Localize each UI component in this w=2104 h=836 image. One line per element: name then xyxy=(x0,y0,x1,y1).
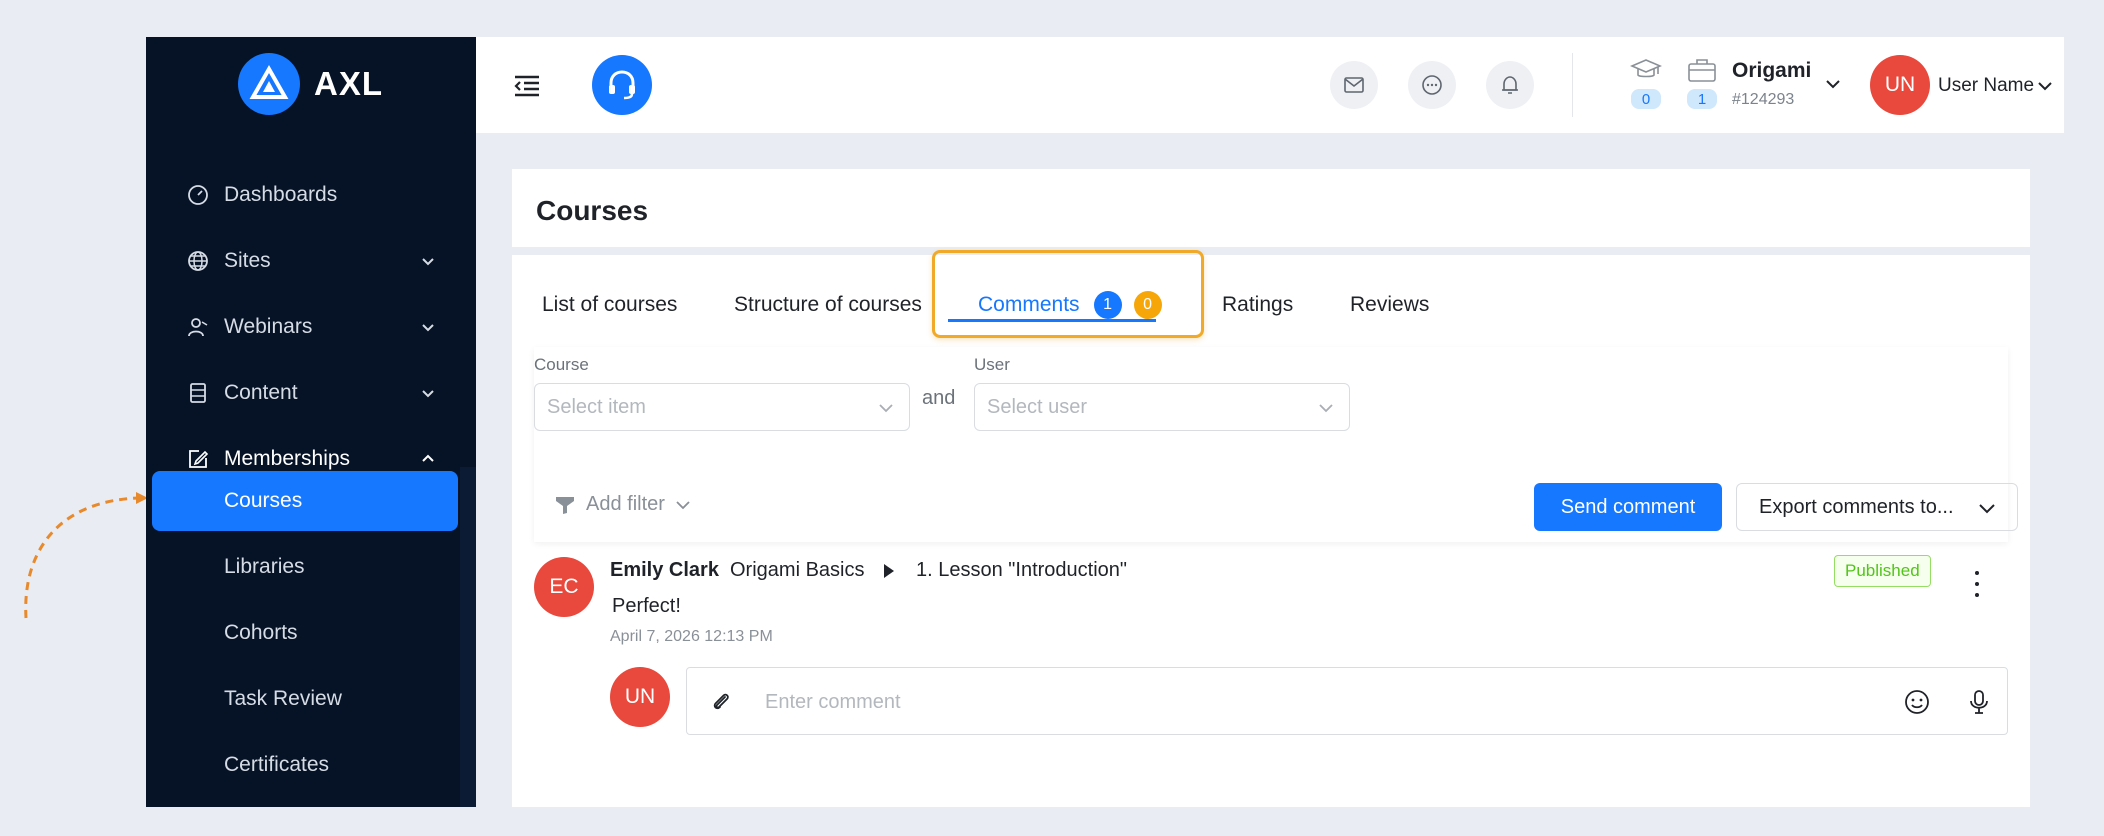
caret-right-icon xyxy=(884,564,894,578)
comments-card: List of courses Structure of courses Com… xyxy=(512,250,2030,807)
chevron-down-icon[interactable] xyxy=(2036,77,2054,95)
content-icon xyxy=(186,381,210,405)
more-actions-icon[interactable] xyxy=(1972,571,1982,597)
courses-stat[interactable]: 0 xyxy=(1626,57,1666,109)
sidebar-subitem-cohorts[interactable]: Cohorts xyxy=(152,603,458,663)
chevron-up-icon xyxy=(422,454,434,462)
sidebar-subitem-label: Task Review xyxy=(224,687,342,710)
webinar-icon xyxy=(186,315,210,339)
export-label: Export comments to... xyxy=(1759,495,1954,518)
comment-text: Perfect! xyxy=(612,595,681,617)
organization-switcher[interactable]: Origami #124293 xyxy=(1732,59,1811,109)
reply-box xyxy=(686,667,2008,735)
emoji-icon[interactable] xyxy=(1903,688,1931,716)
sidebar-subitem-courses[interactable]: Courses xyxy=(152,471,458,531)
sidebar: AXL Dashboards Sites Webinars Content Me… xyxy=(146,37,476,807)
org-id: #124293 xyxy=(1732,91,1795,108)
chevron-down-icon[interactable] xyxy=(1824,75,1842,93)
chevron-down-icon xyxy=(1319,404,1333,413)
status-badge: Published xyxy=(1834,555,1931,587)
page-title: Courses xyxy=(536,195,649,226)
sidebar-item-webinars[interactable]: Webinars xyxy=(146,299,460,355)
sidebar-item-content[interactable]: Content xyxy=(146,365,460,421)
chat-button[interactable] xyxy=(1408,61,1456,109)
chevron-down-icon xyxy=(676,500,690,509)
comment-course[interactable]: Origami Basics xyxy=(730,559,864,582)
sidebar-subitem-label: Courses xyxy=(224,489,303,512)
and-connector: and xyxy=(922,387,956,409)
edit-icon xyxy=(186,447,210,471)
annotation-arrow xyxy=(24,492,148,619)
briefcase-icon xyxy=(1688,59,1716,82)
comment-input[interactable] xyxy=(765,682,1865,722)
mail-button[interactable] xyxy=(1330,61,1378,109)
send-comment-button[interactable]: Send comment xyxy=(1534,483,1722,531)
comment-lesson[interactable]: 1. Lesson "Introduction" xyxy=(916,559,1127,582)
sidebar-item-dashboards[interactable]: Dashboards xyxy=(146,167,460,223)
sidebar-scrollbar[interactable] xyxy=(460,467,476,807)
sidebar-item-label: Webinars xyxy=(224,315,313,338)
headset-icon xyxy=(609,70,635,100)
microphone-icon[interactable] xyxy=(1965,688,1993,716)
chevron-down-icon xyxy=(422,324,434,332)
reply-avatar: UN xyxy=(610,667,670,727)
user-avatar[interactable]: UN xyxy=(1870,55,1930,115)
export-comments-dropdown[interactable]: Export comments to... xyxy=(1736,483,2018,531)
sidebar-item-sites[interactable]: Sites xyxy=(146,233,460,289)
tab-list-of-courses[interactable]: List of courses xyxy=(542,279,677,331)
sidebar-subitem-label: Cohorts xyxy=(224,621,298,644)
user-select[interactable]: Select user xyxy=(974,383,1350,431)
globe-icon xyxy=(186,249,210,273)
top-header: 0 1 Origami #124293 UN User Name xyxy=(476,37,2064,133)
page-header: Courses xyxy=(512,169,2030,247)
tab-structure-of-courses[interactable]: Structure of courses xyxy=(734,279,922,331)
commenter-avatar[interactable]: EC xyxy=(534,557,594,617)
packages-stat[interactable]: 1 xyxy=(1682,57,1722,109)
chevron-down-icon xyxy=(879,404,893,413)
tab-ratings[interactable]: Ratings xyxy=(1222,279,1293,331)
packages-count-badge: 1 xyxy=(1687,89,1717,109)
paperclip-icon[interactable] xyxy=(709,690,733,714)
add-filter-button[interactable]: Add filter xyxy=(554,493,691,516)
sidebar-item-label: Content xyxy=(224,381,298,404)
dashboard-icon xyxy=(186,183,210,207)
org-name: Origami xyxy=(1732,59,1812,82)
add-filter-label: Add filter xyxy=(586,493,665,515)
comment-date: April 7, 2026 12:13 PM xyxy=(610,628,773,645)
sidebar-subitem-libraries[interactable]: Libraries xyxy=(152,537,458,597)
chevron-down-icon xyxy=(422,390,434,398)
sidebar-subitem-task-review[interactable]: Task Review xyxy=(152,669,458,729)
user-filter-label: User xyxy=(974,355,1010,374)
logo-icon xyxy=(238,53,300,115)
logo[interactable]: AXL xyxy=(238,53,383,115)
course-select[interactable]: Select item xyxy=(534,383,910,431)
filter-icon xyxy=(556,496,574,514)
user-select-placeholder: Select user xyxy=(987,395,1088,418)
header-divider xyxy=(1572,53,1573,117)
filter-panel: Course Select item and User Select user … xyxy=(534,347,2018,542)
notifications-button[interactable] xyxy=(1486,61,1534,109)
chevron-down-icon xyxy=(1979,504,1995,514)
bell-icon xyxy=(1502,76,1518,94)
sidebar-subitem-label: Certificates xyxy=(224,753,330,776)
sidebar-item-label: Dashboards xyxy=(224,183,338,206)
sidebar-subitem-certificates[interactable]: Certificates xyxy=(152,735,458,795)
course-select-placeholder: Select item xyxy=(547,395,646,418)
comment-author[interactable]: Emily Clark xyxy=(610,559,719,582)
user-name[interactable]: User Name xyxy=(1938,75,2034,97)
chevron-down-icon xyxy=(422,258,434,266)
graduation-cap-icon xyxy=(1630,59,1662,78)
tab-reviews[interactable]: Reviews xyxy=(1350,279,1429,331)
sidebar-item-label: Memberships xyxy=(224,447,351,470)
support-button[interactable] xyxy=(592,55,652,115)
mail-icon xyxy=(1344,77,1364,93)
menu-collapse-icon[interactable] xyxy=(512,71,542,101)
course-filter-label: Course xyxy=(534,355,589,374)
chat-icon xyxy=(1422,75,1442,95)
sidebar-subitem-label: Libraries xyxy=(224,555,305,578)
annotation-highlight xyxy=(932,250,1204,338)
courses-count-badge: 0 xyxy=(1631,89,1661,109)
brand-name: AXL xyxy=(314,65,383,102)
sidebar-item-label: Sites xyxy=(224,249,271,272)
